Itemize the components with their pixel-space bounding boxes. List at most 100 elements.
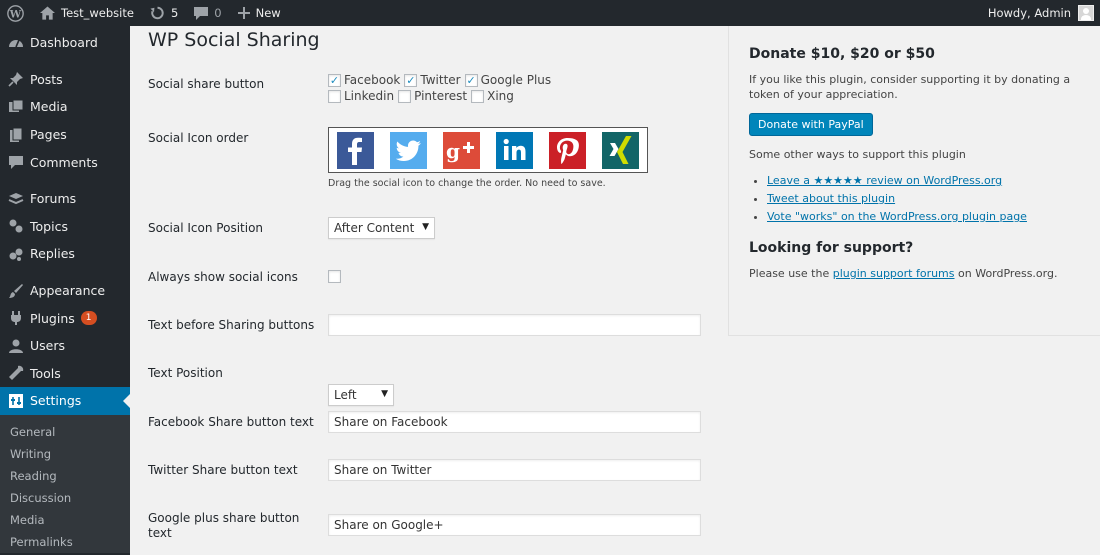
admin-sidebar: Dashboard Posts Media Pages Comments For… (0, 26, 130, 555)
support-forums-link[interactable]: plugin support forums (833, 267, 955, 280)
sidebar-item-forums[interactable]: Forums (0, 185, 130, 213)
text-position-select[interactable]: Left ▼ (328, 384, 394, 406)
text-position-value: Left (334, 388, 357, 402)
support-links-list: Leave a ★★★★★ review on WordPress.org Tw… (749, 174, 1100, 223)
sidebar-item-label: Comments (30, 154, 98, 170)
site-name-link[interactable]: Test_website (32, 0, 142, 26)
new-content-link[interactable]: New (230, 0, 289, 26)
icon-position-select[interactable]: After Content ▼ (328, 217, 435, 239)
sidebar-item-users[interactable]: Users (0, 332, 130, 360)
donate-paypal-button[interactable]: Donate with PayPal (749, 113, 873, 136)
avatar (1078, 5, 1094, 21)
wordpress-logo-icon: W (7, 4, 24, 22)
pinterest-checkbox-label[interactable]: Pinterest (414, 89, 467, 103)
sidebar-item-label: Pages (30, 127, 67, 143)
wrench-icon (8, 365, 24, 381)
icon-order-label: Social Icon order (148, 131, 249, 145)
home-icon (40, 6, 55, 20)
submenu-item-discussion[interactable]: Discussion (0, 487, 130, 509)
sidebar-item-pages[interactable]: Pages (0, 121, 130, 149)
twitter-icon[interactable] (390, 131, 427, 169)
submenu-item-general[interactable]: General (0, 421, 130, 443)
sidebar-item-label: Topics (30, 218, 68, 234)
sidebar-item-replies[interactable]: Replies (0, 240, 130, 268)
brush-icon (8, 283, 24, 299)
sidebar-item-label: Plugins (30, 310, 75, 326)
social-share-button-label: Social share button (148, 77, 265, 91)
google-plus-checkbox[interactable]: ✓ (464, 73, 478, 87)
user-icon (8, 338, 24, 354)
media-icon (8, 99, 24, 115)
linkedin-icon[interactable] (496, 131, 533, 169)
pinterest-checkbox[interactable] (398, 89, 412, 103)
facebook-text-input[interactable]: Share on Facebook (328, 411, 701, 433)
review-link[interactable]: Leave a ★★★★★ review on WordPress.org (767, 174, 1100, 187)
sidebar-item-label: Replies (30, 246, 75, 262)
donate-panel: Donate $10, $20 or $50 If you like this … (728, 26, 1100, 336)
vote-link[interactable]: Vote "works" on the WordPress.org plugin… (767, 210, 1100, 223)
text-position-label: Text Position (148, 366, 223, 380)
sidebar-item-settings[interactable]: Settings (0, 387, 130, 415)
sidebar-item-plugins[interactable]: Plugins 1 (0, 304, 130, 332)
icon-position-label: Social Icon Position (148, 221, 264, 235)
other-ways-text: Some other ways to support this plugin (749, 148, 966, 161)
pinterest-icon[interactable] (549, 131, 586, 169)
comments-link[interactable]: 0 (186, 0, 229, 26)
facebook-checkbox-label[interactable]: Facebook (344, 73, 400, 87)
sidebar-item-label: Dashboard (30, 35, 98, 51)
facebook-text-label: Facebook Share button text (148, 415, 314, 429)
plugins-update-badge: 1 (80, 311, 97, 326)
check-icon: ✓ (466, 73, 476, 87)
donate-title: Donate $10, $20 or $50 (749, 46, 935, 62)
xing-checkbox[interactable] (471, 89, 485, 103)
support-text: Please use the plugin support forums on … (749, 266, 1100, 281)
always-show-checkbox[interactable] (328, 270, 341, 283)
submenu-item-permalinks[interactable]: Permalinks (0, 531, 130, 553)
sidebar-item-media[interactable]: Media (0, 93, 130, 121)
settings-form: WP Social Sharing Social share button ✓ … (130, 26, 728, 555)
twitter-checkbox[interactable]: ✓ (404, 73, 418, 87)
linkedin-checkbox-label[interactable]: Linkedin (344, 89, 394, 103)
sidebar-item-dashboard[interactable]: Dashboard (0, 29, 130, 57)
my-account-link[interactable]: Howdy, Admin (988, 5, 1100, 21)
text-before-input[interactable] (328, 314, 701, 336)
facebook-icon[interactable] (337, 131, 374, 169)
twitter-checkbox-label[interactable]: Twitter (420, 73, 460, 87)
support-text-pre: Please use the (749, 267, 833, 280)
gauge-icon (8, 35, 24, 51)
submenu-item-reading[interactable]: Reading (0, 465, 130, 487)
submenu-item-media[interactable]: Media (0, 509, 130, 531)
linkedin-checkbox[interactable] (328, 89, 341, 103)
updates-count: 5 (170, 6, 179, 20)
icon-order-sortable: g (328, 127, 648, 173)
xing-checkbox-label[interactable]: Xing (487, 89, 514, 103)
sidebar-item-posts[interactable]: Posts (0, 66, 130, 94)
pages-icon (8, 127, 24, 143)
google-plus-icon[interactable]: g (443, 131, 480, 169)
howdy-text: Howdy, Admin (987, 6, 1071, 20)
google-text-input[interactable]: Share on Google+ (328, 514, 701, 536)
sidebar-item-comments[interactable]: Comments (0, 148, 130, 176)
pin-icon (8, 71, 24, 87)
comment-bubble-icon (194, 6, 209, 20)
text-before-label: Text before Sharing buttons (148, 318, 315, 332)
sidebar-item-label: Settings (30, 393, 82, 409)
social-share-checkboxes: ✓ Facebook ✓ Twitter ✓ Google Plus Linke… (328, 72, 555, 104)
sidebar-item-appearance[interactable]: Appearance (0, 277, 130, 305)
xing-icon[interactable] (602, 131, 639, 169)
tweet-link[interactable]: Tweet about this plugin (767, 192, 1100, 205)
submenu-item-writing[interactable]: Writing (0, 443, 130, 465)
svg-text:W: W (9, 8, 22, 20)
sidebar-item-label: Posts (30, 71, 63, 87)
admin-bar: W Test_website 5 0 New Howdy, Admin (0, 0, 1100, 26)
dropdown-arrow-icon: ▼ (422, 222, 429, 232)
sidebar-item-tools[interactable]: Tools (0, 360, 130, 388)
sidebar-item-topics[interactable]: Topics (0, 213, 130, 241)
twitter-text-input[interactable]: Share on Twitter (328, 459, 701, 481)
facebook-checkbox[interactable]: ✓ (328, 73, 341, 87)
google-plus-checkbox-label[interactable]: Google Plus (481, 73, 552, 87)
updates-link[interactable]: 5 (142, 0, 186, 26)
wordpress-logo-button[interactable]: W (0, 0, 32, 26)
sidebar-item-label: Media (30, 99, 68, 115)
sidebar-item-label: Tools (30, 365, 61, 381)
